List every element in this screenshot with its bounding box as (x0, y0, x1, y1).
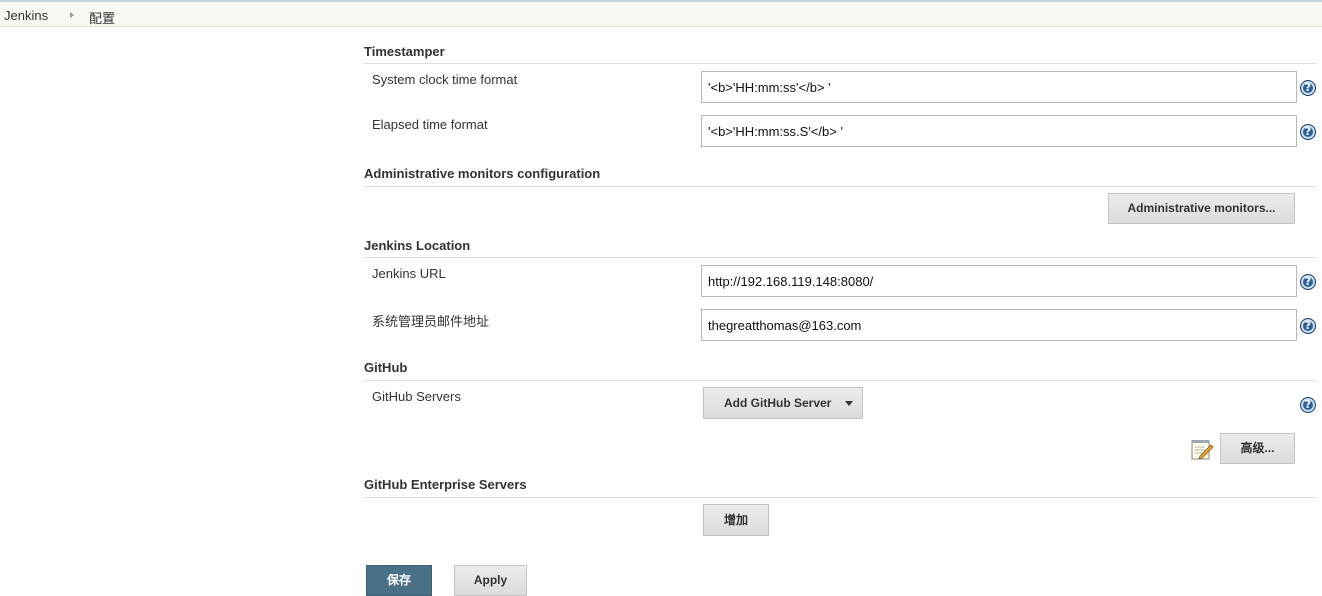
breadcrumb: Jenkins 配置 (0, 0, 1322, 27)
section-title-jenkins-location: Jenkins Location (364, 238, 471, 253)
help-icon[interactable]: ? (1300, 397, 1316, 413)
admin-email-input[interactable] (701, 309, 1297, 341)
save-button[interactable]: 保存 (366, 565, 432, 596)
add-github-server-label: Add GitHub Server (724, 396, 832, 410)
admin-email-label: 系统管理员邮件地址 (372, 314, 490, 329)
help-icon[interactable]: ? (1300, 274, 1316, 290)
caret-down-icon (845, 401, 853, 406)
elapsed-time-format-label: Elapsed time format (372, 117, 488, 132)
help-icon[interactable]: ? (1300, 80, 1316, 96)
section-title-github-enterprise: GitHub Enterprise Servers (364, 477, 527, 492)
jenkins-url-input[interactable] (701, 265, 1297, 297)
breadcrumb-jenkins-link[interactable]: Jenkins (4, 8, 48, 23)
help-icon[interactable]: ? (1300, 318, 1316, 334)
section-divider (364, 186, 1316, 187)
section-divider (364, 497, 1316, 498)
section-divider (364, 257, 1316, 258)
notepad-edit-icon[interactable] (1190, 437, 1214, 461)
section-title-timestamper: Timestamper (364, 44, 445, 59)
apply-button[interactable]: Apply (454, 565, 527, 596)
system-clock-format-input[interactable] (701, 71, 1297, 103)
chevron-right-icon (70, 12, 74, 18)
advanced-button[interactable]: 高级... (1220, 433, 1295, 464)
section-divider (364, 380, 1316, 381)
add-enterprise-server-button[interactable]: 增加 (703, 504, 769, 536)
administrative-monitors-button[interactable]: Administrative monitors... (1108, 193, 1295, 224)
breadcrumb-current: 配置 (89, 11, 116, 26)
system-clock-format-label: System clock time format (372, 72, 518, 87)
jenkins-url-label: Jenkins URL (372, 266, 446, 281)
add-github-server-button[interactable]: Add GitHub Server (703, 387, 863, 419)
section-title-github: GitHub (364, 360, 408, 375)
elapsed-time-format-input[interactable] (701, 115, 1297, 147)
section-title-admin-monitors: Administrative monitors configuration (364, 166, 601, 181)
github-servers-label: GitHub Servers (372, 389, 461, 404)
help-icon[interactable]: ? (1300, 124, 1316, 140)
section-divider (364, 63, 1316, 64)
